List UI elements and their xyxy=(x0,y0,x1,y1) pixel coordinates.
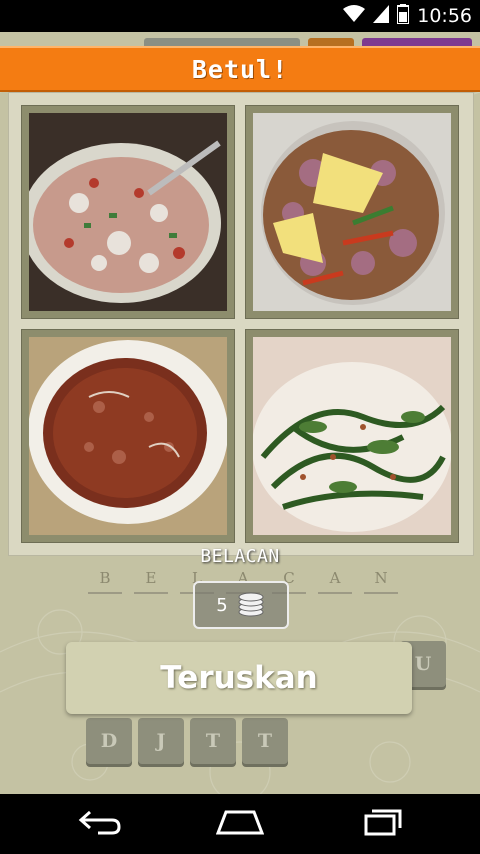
recent-apps-button[interactable] xyxy=(352,804,412,844)
continue-button-label: Teruskan xyxy=(160,660,318,696)
coin-reward-badge: 5 xyxy=(193,581,289,629)
picture-board xyxy=(8,92,474,556)
answer-slot: B xyxy=(88,566,122,594)
answer-slot: E xyxy=(134,566,168,594)
picture-tile-1[interactable] xyxy=(21,105,235,319)
back-button[interactable] xyxy=(70,804,130,844)
signal-icon xyxy=(373,5,390,27)
stir-fried-greens-photo xyxy=(253,337,451,535)
letter-key[interactable]: T xyxy=(242,718,288,764)
shallot-lime-sambal-photo xyxy=(253,113,451,311)
picture-tile-3[interactable] xyxy=(21,329,235,543)
continue-button[interactable]: Teruskan xyxy=(66,642,412,714)
picture-tile-4[interactable] xyxy=(245,329,459,543)
answer-word: BELACAN xyxy=(200,546,280,567)
result-banner: Betul! xyxy=(0,46,480,92)
letter-key[interactable]: J xyxy=(138,718,184,764)
recent-apps-icon xyxy=(362,808,402,840)
answer-slot: N xyxy=(364,566,398,594)
wifi-icon xyxy=(343,5,366,27)
navigation-bar xyxy=(0,794,480,854)
chili-paste-photo xyxy=(29,337,227,535)
letter-key[interactable]: T xyxy=(190,718,236,764)
home-icon xyxy=(215,809,265,839)
status-bar: 10:56 xyxy=(0,0,480,32)
rice-salad-photo xyxy=(29,113,227,311)
letter-key[interactable]: D xyxy=(86,718,132,764)
answer-slot: A xyxy=(318,566,352,594)
banner-text: Betul! xyxy=(191,54,289,84)
back-arrow-icon xyxy=(78,809,122,839)
coin-count: 5 xyxy=(216,594,228,616)
battery-icon xyxy=(396,4,411,28)
clock: 10:56 xyxy=(417,5,472,27)
coin-stack-icon xyxy=(236,588,266,623)
picture-tile-2[interactable] xyxy=(245,105,459,319)
home-button[interactable] xyxy=(210,804,270,844)
